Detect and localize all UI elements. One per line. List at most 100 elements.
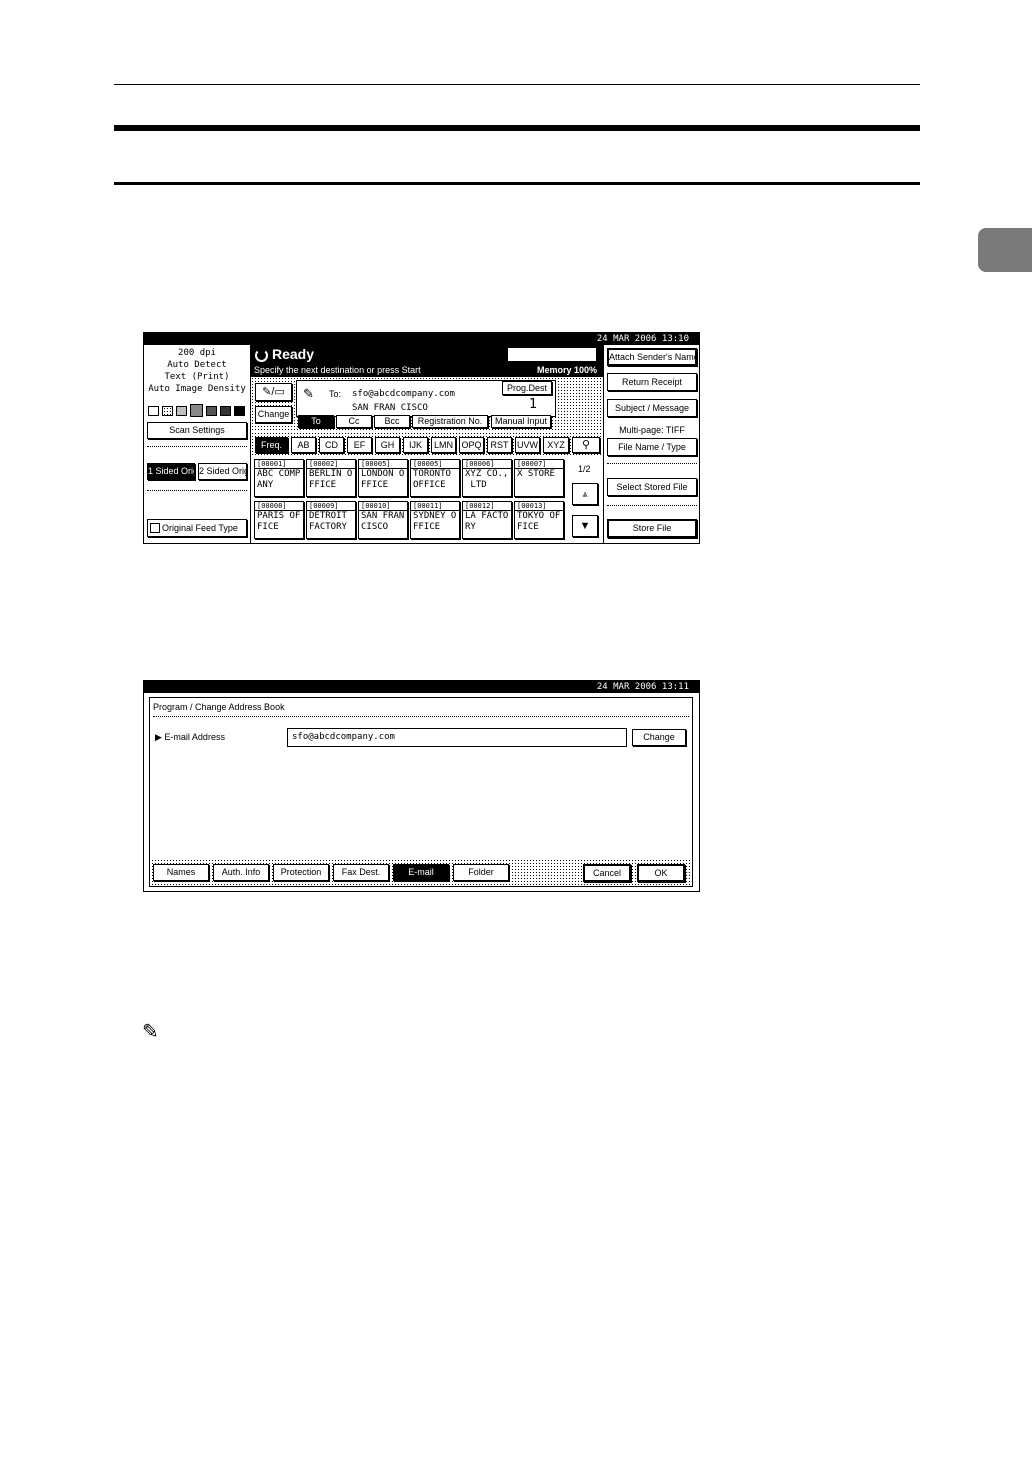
return-receipt-button[interactable]: Return Receipt xyxy=(607,373,697,391)
search-icon[interactable]: ⚲ xyxy=(572,437,600,453)
scroll-down-icon[interactable]: ▼ xyxy=(572,515,598,537)
index-tab[interactable]: RST xyxy=(487,437,512,453)
destination-name-line2: FFICE xyxy=(309,480,337,490)
select-stored-file-button[interactable]: Select Stored File xyxy=(607,478,697,496)
to-label: To: xyxy=(329,389,342,399)
chapter-tab-marker xyxy=(978,228,1032,272)
destination-code: [00005] xyxy=(411,460,459,469)
destination-count: 1 xyxy=(529,397,537,412)
detect-label: Auto Detect xyxy=(167,360,227,370)
ok-button[interactable]: OK xyxy=(637,864,685,882)
destination-name-line1: SAN FRAN xyxy=(361,511,405,521)
density-scale[interactable] xyxy=(148,404,245,417)
tab-to[interactable]: To xyxy=(298,415,334,428)
destination-name-line2: OFFICE xyxy=(413,480,446,490)
destination-key[interactable]: [00012] LA FACTO RY xyxy=(462,501,512,539)
destination-name-line2: CISCO xyxy=(361,522,389,532)
to-address: sfo@abcdcompany.com xyxy=(352,389,455,399)
destination-key[interactable]: [00008] PARIS OF FICE xyxy=(254,501,304,539)
left-panel: 200 dpi Auto Detect Text (Print) Auto Im… xyxy=(144,345,251,543)
index-tab[interactable]: EF xyxy=(347,437,372,453)
index-tab[interactable]: IJK xyxy=(403,437,428,453)
destination-key[interactable]: [00007] X STORE xyxy=(514,459,564,497)
destination-key[interactable]: [00010] SAN FRAN CISCO xyxy=(358,501,408,539)
tab-registration-no[interactable]: Registration No. xyxy=(412,415,488,428)
destination-code: [00008] xyxy=(255,502,303,511)
destination-key[interactable]: [00002] BERLIN O FFICE xyxy=(306,459,356,497)
index-tab[interactable]: OPQ xyxy=(459,437,484,453)
subject-message-button[interactable]: Subject / Message xyxy=(607,399,697,417)
destination-code: [00001] xyxy=(255,460,303,469)
scan-settings-button[interactable]: Scan Settings xyxy=(147,422,247,439)
section-top-rule xyxy=(114,125,920,131)
destination-code: [00010] xyxy=(359,502,407,511)
destination-key[interactable]: [00009] DETROIT FACTORY xyxy=(306,501,356,539)
address-book-screen: 24 MAR 2006 13:11 Program / Change Addre… xyxy=(143,680,700,892)
index-tab[interactable]: GH xyxy=(375,437,400,453)
destination-name-line1: TORONTO xyxy=(413,469,451,479)
original-feed-type-label: Original Feed Type xyxy=(162,523,238,533)
header-rule xyxy=(114,84,920,85)
destination-code: [00006] xyxy=(463,460,511,469)
destination-name-line1: PARIS OF xyxy=(257,511,301,521)
tab-names[interactable]: Names xyxy=(153,864,209,881)
index-tab[interactable]: UVW xyxy=(515,437,540,453)
change-button[interactable]: Change xyxy=(255,406,292,423)
tab-bcc[interactable]: Bcc xyxy=(374,415,410,428)
cancel-button[interactable]: Cancel xyxy=(583,864,631,882)
tab-e-mail[interactable]: E-mail xyxy=(393,864,449,881)
tab-cc[interactable]: Cc xyxy=(336,415,372,428)
tab-folder[interactable]: Folder xyxy=(453,864,509,881)
density-label: Auto Image Density xyxy=(148,384,246,394)
datetime-bar: 24 MAR 2006 13:11 xyxy=(144,681,699,693)
feed-type-icon xyxy=(150,523,160,533)
prog-dest-button[interactable]: Prog.Dest xyxy=(502,381,552,395)
index-tab[interactable]: XYZ xyxy=(543,437,569,453)
destination-key[interactable]: [00005] TORONTO OFFICE xyxy=(410,459,460,497)
destination-code: [00005] xyxy=(359,460,407,469)
destination-key[interactable]: [00005] LONDON O FFICE xyxy=(358,459,408,497)
multipage-label: Multi-page: TIFF xyxy=(619,425,685,435)
destination-name-line2: RY xyxy=(465,522,476,532)
one-sided-orig-button[interactable]: 1 Sided Orig. xyxy=(147,463,195,480)
attach-senders-name-button[interactable]: Attach Sender's Name xyxy=(607,348,697,366)
change-button[interactable]: Change xyxy=(632,729,686,746)
index-tab[interactable]: LMN xyxy=(431,437,456,453)
destination-type-toggle[interactable]: ✎/▭ xyxy=(255,383,292,401)
destination-name-line1: BERLIN O xyxy=(309,469,353,479)
memory-status: Memory 100% xyxy=(536,365,597,375)
tab-auth-info[interactable]: Auth. Info xyxy=(213,864,269,881)
destination-name-line2: LTD xyxy=(465,480,487,490)
store-file-button[interactable]: Store File xyxy=(607,519,697,538)
index-tab[interactable]: Freq. xyxy=(255,437,288,453)
destination-name-line2: ANY xyxy=(257,480,274,490)
destination-key[interactable]: [00011] SYDNEY O FFICE xyxy=(410,501,460,539)
destination-key[interactable]: [00006] XYZ CO., LTD xyxy=(462,459,512,497)
status-header: Ready Specify the next destination or pr… xyxy=(251,345,603,377)
right-panel: Attach Sender's Name Return Receipt Subj… xyxy=(603,345,700,543)
scanner-main-screen: 24 MAR 2006 13:10 200 dpi Auto Detect Te… xyxy=(143,332,700,544)
index-tab[interactable]: CD xyxy=(319,437,344,453)
email-address-field[interactable]: sfo@abcdcompany.com xyxy=(287,728,627,747)
scroll-up-icon[interactable]: ⩓ xyxy=(572,483,598,505)
tab-manual-input[interactable]: Manual Input xyxy=(491,415,551,428)
destination-name-line1: ABC COMP xyxy=(257,469,301,479)
to-name: SAN FRAN CISCO xyxy=(352,403,428,413)
page-indicator: 1/2 xyxy=(578,464,591,474)
destination-key[interactable]: [00001] ABC COMP ANY xyxy=(254,459,304,497)
destination-name-line2: FFICE xyxy=(413,522,441,532)
tab-protection[interactable]: Protection xyxy=(273,864,329,881)
scanned-files-status-button[interactable]: Scanned Files Status xyxy=(507,347,597,362)
destination-name-line1: TOKYO OF xyxy=(517,511,561,521)
destination-name-line1: LONDON O xyxy=(361,469,405,479)
destination-code: [00002] xyxy=(307,460,355,469)
destination-key[interactable]: [00013] TOKYO OF FICE xyxy=(514,501,564,539)
destination-code: [00011] xyxy=(411,502,459,511)
tab-fax-dest[interactable]: Fax Dest. xyxy=(333,864,389,881)
destination-name-line2: FACTORY xyxy=(309,522,347,532)
two-sided-orig-button[interactable]: 2 Sided Orig. xyxy=(198,463,247,480)
original-feed-type-button[interactable]: Original Feed Type xyxy=(147,519,247,537)
file-name-type-button[interactable]: File Name / Type xyxy=(607,438,697,456)
index-tab[interactable]: AB xyxy=(291,437,316,453)
email-address-label: ▶ E-mail Address xyxy=(155,732,225,742)
